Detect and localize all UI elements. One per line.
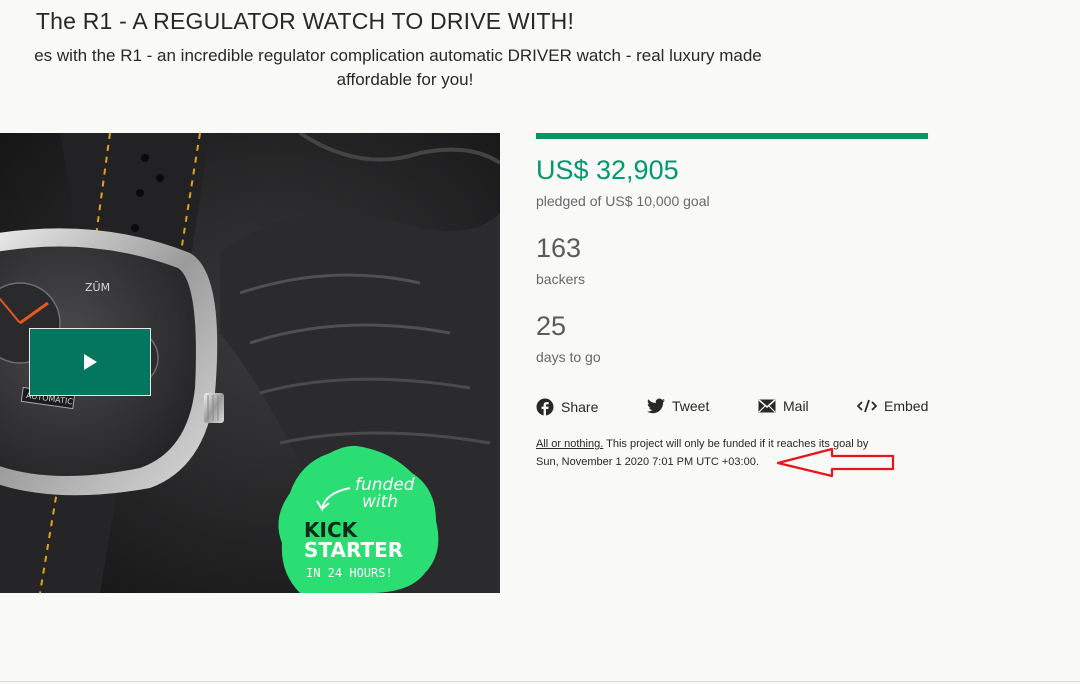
share-label: Share xyxy=(561,399,599,415)
subtitle-line-1: es with the R1 - an incredible regulator… xyxy=(34,46,762,65)
share-facebook-button[interactable]: Share xyxy=(536,398,598,416)
tweet-label: Tweet xyxy=(672,398,710,414)
dial-brand: ZŪM xyxy=(85,281,110,294)
facebook-icon xyxy=(536,398,554,416)
tweet-button[interactable]: Tweet xyxy=(647,398,709,414)
project-title: The R1 - A REGULATOR WATCH TO DRIVE WITH… xyxy=(35,8,575,34)
days-to-go-count: 25 xyxy=(536,311,567,341)
pledged-amount: US$ 32,905 xyxy=(536,155,679,185)
subtitle-line-2: affordable for you! xyxy=(336,70,474,89)
page-divider xyxy=(0,681,1080,682)
project-subtitle: es with the R1 - an incredible regulator… xyxy=(0,44,820,92)
project-video[interactable]: ZŪM AUTOMATIC funded with KICK STARTER I… xyxy=(0,133,500,593)
share-row: Share Tweet Mail Embed xyxy=(536,398,928,418)
funding-progress-bar xyxy=(536,133,928,139)
twitter-icon xyxy=(647,398,665,414)
play-icon xyxy=(83,354,97,370)
embed-label: Embed xyxy=(884,398,929,414)
red-arrow-annotation xyxy=(776,447,895,478)
badge-text-2: with xyxy=(362,492,398,512)
pledged-goal-label: pledged of US$ 10,000 goal xyxy=(536,193,710,209)
backers-label: backers xyxy=(536,271,586,287)
funding-progress-fill xyxy=(536,133,928,139)
mail-icon xyxy=(758,399,776,413)
badge-text-5: IN 24 HOURS! xyxy=(306,566,393,580)
backers-count: 163 xyxy=(536,233,582,263)
play-button[interactable] xyxy=(29,328,151,396)
deadline-text: Sun, November 1 2020 7:01 PM UTC +03:00. xyxy=(536,456,759,468)
mail-button[interactable]: Mail xyxy=(758,398,809,414)
all-or-nothing-link[interactable]: All or nothing. xyxy=(536,438,603,450)
days-to-go-label: days to go xyxy=(536,349,601,365)
embed-button[interactable]: Embed xyxy=(857,398,928,414)
code-embed-icon xyxy=(857,399,877,413)
badge-text-4: STARTER xyxy=(304,538,403,562)
mail-label: Mail xyxy=(783,398,809,414)
